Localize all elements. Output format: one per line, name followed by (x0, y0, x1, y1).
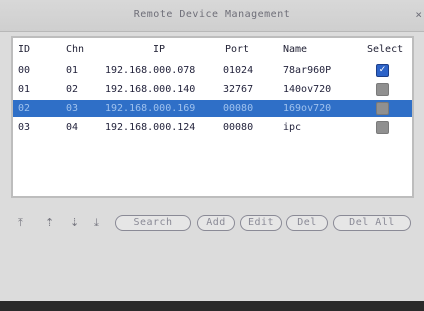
cell-id: 02 (18, 103, 31, 114)
header-chn: Chn (66, 44, 85, 55)
table-row[interactable]: 01 02 192.168.000.140 32767 140ov720 (13, 81, 412, 98)
bottom-border (0, 301, 424, 311)
select-checkbox[interactable] (376, 83, 389, 96)
table-row[interactable]: 03 04 192.168.000.124 00080 ipc (13, 119, 412, 136)
cell-name: 78ar960P (283, 65, 332, 76)
cell-chn: 04 (66, 122, 79, 133)
last-page-icon[interactable]: ⤓ (94, 216, 99, 230)
next-page-icon[interactable]: ⇣ (70, 216, 79, 229)
close-icon[interactable]: × (415, 8, 422, 21)
cell-port: 01024 (223, 65, 254, 76)
select-checkbox[interactable]: ✓ (376, 64, 389, 77)
delete-button[interactable]: Del (286, 215, 328, 231)
table-row-highlighted[interactable]: 02 03 192.168.000.169 00080 169ov720 (13, 100, 412, 117)
header-ip: IP (153, 44, 166, 55)
cell-chn: 03 (66, 103, 79, 114)
device-table: ID Chn IP Port Name Select 00 01 192.168… (11, 36, 414, 198)
cell-port: 00080 (223, 122, 254, 133)
cell-name: 140ov720 (283, 84, 332, 95)
cell-port: 32767 (223, 84, 254, 95)
cell-chn: 02 (66, 84, 79, 95)
header-select: Select (367, 44, 404, 55)
cell-ip: 192.168.000.140 (105, 84, 196, 95)
header-id: ID (18, 44, 31, 55)
cell-chn: 01 (66, 65, 79, 76)
select-checkbox[interactable] (376, 121, 389, 134)
table-header: ID Chn IP Port Name Select (13, 38, 412, 58)
add-button[interactable]: Add (197, 215, 235, 231)
previous-page-icon[interactable]: ⇡ (45, 216, 54, 229)
cell-name: ipc (283, 122, 302, 133)
first-page-icon[interactable]: ⤒ (18, 216, 23, 230)
title-bar: Remote Device Management × (0, 0, 424, 32)
cell-name: 169ov720 (283, 103, 332, 114)
header-port: Port (225, 44, 250, 55)
toolbar: ⤒ ⇡ ⇣ ⤓ Search Add Edit Del Del All (0, 213, 424, 233)
edit-button[interactable]: Edit (240, 215, 282, 231)
window-title: Remote Device Management (133, 9, 291, 20)
cell-port: 00080 (223, 103, 254, 114)
cell-id: 00 (18, 65, 31, 76)
cell-id: 01 (18, 84, 31, 95)
cell-id: 03 (18, 122, 31, 133)
cell-ip: 192.168.000.078 (105, 65, 196, 76)
table-row[interactable]: 00 01 192.168.000.078 01024 78ar960P ✓ (13, 62, 412, 79)
delete-all-button[interactable]: Del All (333, 215, 411, 231)
search-button[interactable]: Search (115, 215, 191, 231)
select-checkbox[interactable] (376, 102, 389, 115)
header-name: Name (283, 44, 308, 55)
remote-device-management-window: Remote Device Management × ID Chn IP Por… (0, 0, 424, 311)
cell-ip: 192.168.000.169 (105, 103, 196, 114)
cell-ip: 192.168.000.124 (105, 122, 196, 133)
